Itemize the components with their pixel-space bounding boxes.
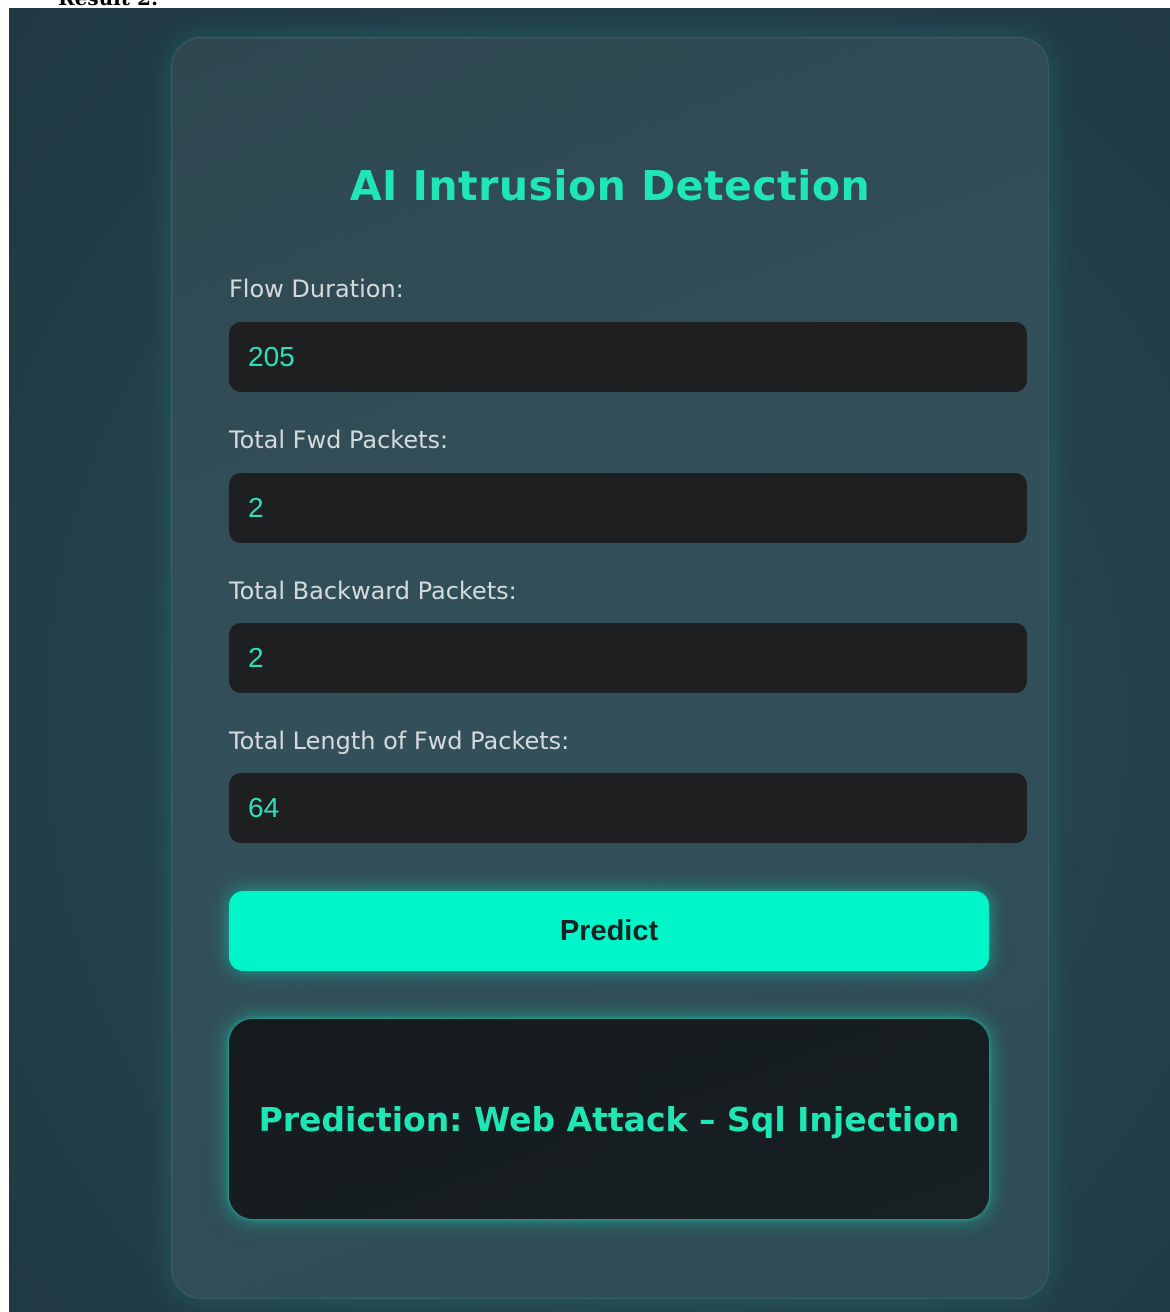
cropped-caption: Result 2: xyxy=(58,0,158,8)
total-backward-packets-label: Total Backward Packets: xyxy=(229,577,517,605)
total-backward-packets-input[interactable]: 2 xyxy=(229,623,1027,693)
total-fwd-packets-input[interactable]: 2 xyxy=(229,473,1027,543)
prediction-result-panel: Prediction: Web Attack – Sql Injection xyxy=(229,1019,989,1219)
predict-button[interactable]: Predict xyxy=(229,891,989,971)
cropped-caption-strip: Result 2: xyxy=(0,0,1170,8)
total-length-fwd-packets-input[interactable]: 64 xyxy=(229,773,1027,843)
page-background: AI Intrusion Detection Flow Duration: 20… xyxy=(9,8,1170,1312)
flow-duration-input[interactable]: 205 xyxy=(229,322,1027,392)
prediction-result-text: Prediction: Web Attack – Sql Injection xyxy=(258,1099,960,1139)
total-length-fwd-packets-label: Total Length of Fwd Packets: xyxy=(229,727,570,755)
total-fwd-packets-label: Total Fwd Packets: xyxy=(229,426,449,454)
flow-duration-label: Flow Duration: xyxy=(229,275,404,303)
page-title: AI Intrusion Detection xyxy=(349,162,871,210)
detection-card: AI Intrusion Detection Flow Duration: 20… xyxy=(171,37,1049,1299)
